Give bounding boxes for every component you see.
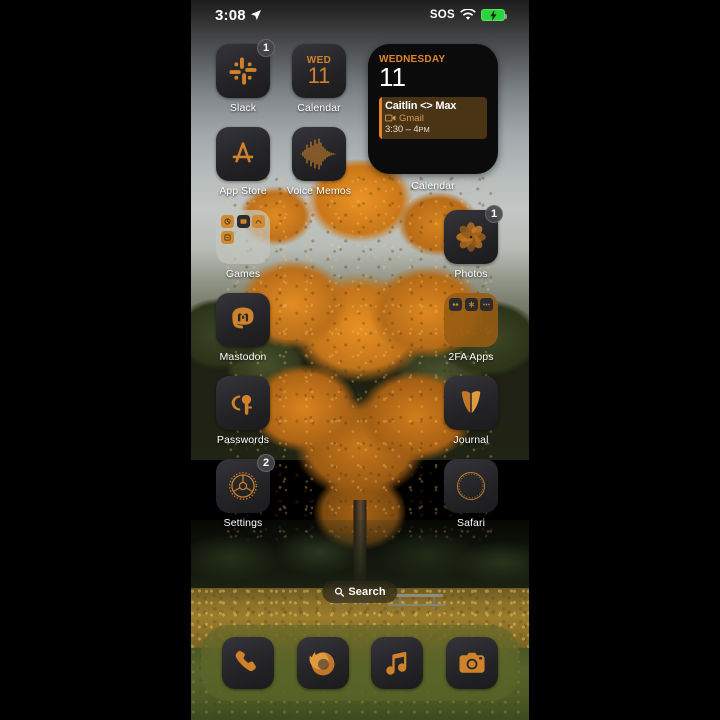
widget-event-time-range: 3:30 – 4 [385, 123, 419, 135]
app-slack[interactable]: 1 Slack [205, 39, 281, 127]
app-label: Voice Memos [286, 185, 352, 197]
app-label: Safari [456, 517, 486, 529]
widget-date: 11 [379, 62, 406, 92]
folder-icon [216, 210, 270, 264]
calendar-widget[interactable]: WEDNESDAY 11 Caitlin <> Max Gmail 3:30 –… [368, 44, 498, 174]
firefox-icon[interactable] [296, 637, 349, 689]
sos-label: SOS [429, 9, 455, 21]
mini-slot-empty [252, 246, 265, 259]
music-note-icon[interactable] [371, 637, 424, 689]
mini-slot-empty [237, 231, 250, 244]
search-button[interactable]: Search [322, 581, 398, 603]
settings-badge: 2 [257, 454, 275, 472]
mini-icon [221, 215, 234, 228]
app-photos[interactable]: 1 Photos [433, 205, 509, 293]
mini-slot-empty [449, 329, 462, 342]
app-label: Calendar [297, 102, 341, 114]
status-bar-right: SOS [429, 9, 507, 21]
app-label: Passwords [216, 434, 270, 446]
grid-row-4: Mastodon 2FA Apps [191, 293, 529, 376]
folder-games[interactable]: Games [205, 210, 281, 293]
dock [201, 625, 519, 701]
mini-icon [252, 215, 265, 228]
app-label: Settings [223, 517, 263, 529]
folder-2fa-apps[interactable]: 2FA Apps [433, 293, 509, 376]
mastodon-icon [216, 293, 270, 347]
app-label: Games [225, 268, 261, 280]
key-icon [216, 376, 270, 430]
app-calendar[interactable]: WED 11 Calendar [281, 44, 357, 127]
app-label: Mastodon [219, 351, 267, 363]
mini-slot-empty [480, 329, 493, 342]
video-camera-icon [385, 114, 396, 122]
grid-row-6: 2 Settings Safari [191, 454, 529, 542]
mini-slot-empty [465, 314, 478, 327]
widget-event-time-suffix: PM [418, 124, 430, 134]
app-label: Slack [229, 102, 257, 114]
mini-slot-empty [480, 314, 493, 327]
app-safari[interactable]: Safari [433, 459, 509, 542]
phone-screen: 3:08 SOS 1 Slack WED 11 Calendar App Sto… [191, 0, 529, 720]
slack-badge: 1 [257, 39, 275, 57]
app-journal[interactable]: Journal [433, 376, 509, 459]
calendar-icon: WED 11 [292, 44, 346, 98]
mini-slot-empty [221, 246, 234, 259]
calendar-widget-cell[interactable]: WEDNESDAY 11 Caitlin <> Max Gmail 3:30 –… [357, 44, 509, 210]
magnifier-icon [334, 587, 345, 597]
mini-slot-empty [252, 231, 265, 244]
compass-icon [444, 459, 498, 513]
widget-event[interactable]: Caitlin <> Max Gmail 3:30 – 4PM [379, 96, 487, 139]
app-label: App Store [219, 185, 267, 197]
app-grid: 1 Slack WED 11 Calendar App Store Voice … [191, 39, 529, 542]
camera-icon[interactable] [445, 637, 498, 689]
app-app-store[interactable]: App Store [205, 127, 281, 210]
grid-row-5: Passwords Journal [191, 376, 529, 459]
mini-icon [449, 298, 462, 311]
app-voice-memos[interactable]: Voice Memos [281, 127, 357, 210]
mini-slot-empty [237, 246, 250, 259]
mini-icon [464, 298, 478, 311]
widget-event-source-row: Gmail [385, 113, 482, 124]
widget-event-source: Gmail [399, 112, 424, 124]
journal-icon [444, 376, 498, 430]
battery-charging-icon [481, 9, 507, 21]
waveform-icon [292, 127, 346, 181]
grid-row-3: Games 1 Photos [191, 205, 529, 293]
folder-icon [444, 293, 498, 347]
status-bar-left: 3:08 [215, 7, 262, 24]
mini-icon [480, 298, 493, 311]
photos-badge: 1 [485, 205, 503, 223]
app-mastodon[interactable]: Mastodon [205, 293, 281, 376]
status-time: 3:08 [215, 6, 246, 24]
widget-event-title: Caitlin <> Max [385, 99, 457, 112]
app-store-icon [216, 127, 270, 181]
app-label: 2FA Apps [448, 351, 494, 363]
app-label: Journal [453, 434, 489, 446]
location-arrow-icon [250, 9, 262, 21]
wallpaper-picnic-table-right [388, 594, 446, 610]
calendar-icon-date: 11 [307, 63, 331, 88]
screenshot-stage: 3:08 SOS 1 Slack WED 11 Calendar App Sto… [0, 0, 720, 720]
mini-icon [221, 230, 234, 244]
widget-label: Calendar [411, 180, 455, 192]
search-label: Search [348, 586, 386, 598]
app-label: Photos [454, 268, 488, 280]
app-passwords[interactable]: Passwords [205, 376, 281, 459]
mini-icon [236, 215, 250, 228]
status-bar: 3:08 SOS [191, 0, 529, 30]
phone-icon[interactable] [222, 637, 275, 689]
mini-slot-empty [465, 329, 478, 342]
wifi-icon [460, 9, 476, 21]
app-settings[interactable]: 2 Settings [205, 454, 281, 542]
widget-event-time: 3:30 – 4PM [385, 124, 482, 135]
grid-row-1-2: 1 Slack WED 11 Calendar App Store Voice … [191, 39, 529, 210]
mini-slot-empty [449, 314, 462, 327]
